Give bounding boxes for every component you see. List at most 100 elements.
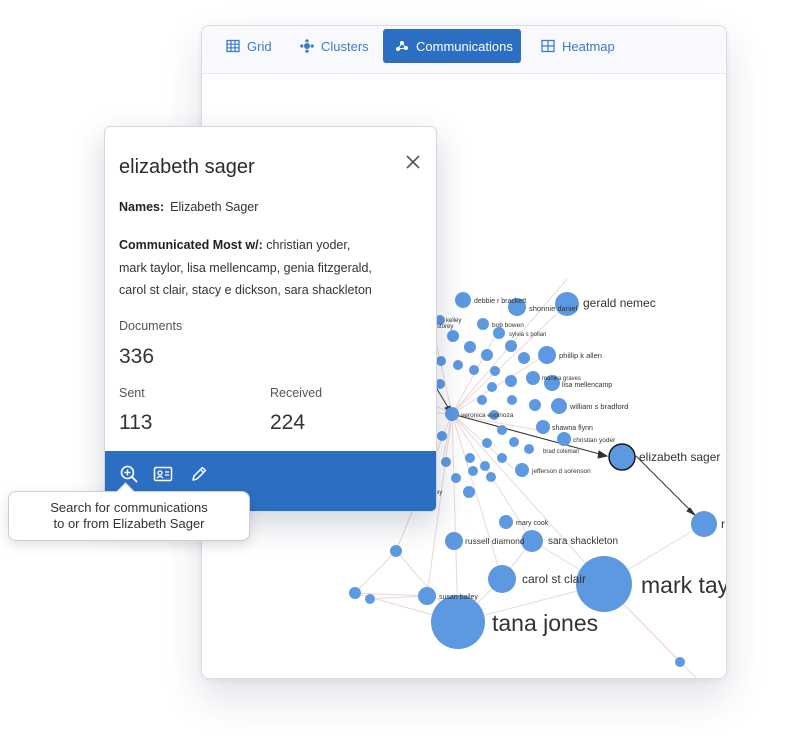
tab-heatmap[interactable]: Heatmap [529, 29, 627, 63]
label-brad: brad coleman [543, 449, 579, 455]
node-right-edge[interactable] [691, 511, 717, 537]
view-tabbar: Grid Clusters Communications Heatmap [202, 26, 726, 74]
node-small-ad[interactable] [441, 457, 451, 467]
node-small-ak[interactable] [675, 657, 685, 667]
node-small-j[interactable] [453, 360, 463, 370]
node-small-q[interactable] [529, 399, 541, 411]
label-jefferson: jefferson d sorenson [531, 468, 591, 475]
sent-label: Sent [119, 386, 145, 400]
node-small-e[interactable] [464, 341, 476, 353]
node-small-t[interactable] [497, 425, 507, 435]
label-sylvia: sylvia s pollan [509, 332, 546, 338]
tab-grid[interactable]: Grid [214, 29, 284, 63]
names-label: Names: [119, 200, 165, 214]
node-small-aj[interactable] [365, 594, 375, 604]
node-small-p[interactable] [507, 395, 517, 405]
node-susan-bailey[interactable] [418, 587, 436, 605]
node-small-r[interactable] [477, 395, 487, 405]
grid-icon [226, 39, 240, 53]
label-elizabeth: elizabeth sager [639, 450, 720, 464]
documents-label: Documents [119, 319, 183, 333]
tab-communications[interactable]: Communications [383, 29, 521, 63]
label-christian: christian yoder [573, 437, 616, 444]
node-russell-diamond[interactable] [445, 532, 463, 550]
node-veronica[interactable] [445, 407, 459, 421]
node-small-ac[interactable] [486, 472, 496, 482]
contact-card-icon[interactable] [153, 464, 173, 484]
node-small-f[interactable] [481, 349, 493, 361]
label-bob: bob bowen [492, 322, 524, 329]
node-small-w[interactable] [482, 438, 492, 448]
node-small-i[interactable] [436, 356, 446, 366]
node-small-u[interactable] [509, 437, 519, 447]
label-russell: russell diamond [465, 536, 525, 546]
node-small-ae[interactable] [463, 486, 475, 498]
communicated-most-line2: mark taylor, lisa mellencamp, genia fitz… [119, 260, 372, 275]
label-sara: sara shackleton [548, 536, 618, 547]
node-william[interactable] [551, 398, 567, 414]
label-right-edge: r [721, 517, 725, 531]
label-phillip: phillip k allen [559, 351, 602, 360]
label-carol: carol st clair [522, 572, 586, 586]
label-lisa: lisa mellencamp [562, 382, 612, 389]
node-small-ai[interactable] [349, 587, 361, 599]
node-small-ab[interactable] [468, 466, 478, 476]
tooltip-line1: Search for communications [50, 500, 208, 515]
node-shawna[interactable] [536, 420, 550, 434]
label-tana: tana jones [492, 610, 598, 636]
search-communications-icon[interactable] [119, 464, 139, 484]
node-mary-cook[interactable] [499, 515, 513, 529]
heatmap-icon [541, 39, 555, 53]
node-small-b[interactable] [477, 318, 489, 330]
documents-value: 336 [119, 345, 155, 368]
node-small-n[interactable] [526, 371, 540, 385]
node-small-l[interactable] [490, 366, 500, 376]
communicated-most-block: Communicated Most w/: christian yoder, m… [119, 234, 419, 302]
node-jefferson[interactable] [515, 463, 529, 477]
received-value: 224 [270, 411, 306, 434]
received-label: Received [270, 386, 323, 400]
node-small-v[interactable] [524, 444, 534, 454]
tooltip-line2: to or from Elizabeth Sager [53, 516, 205, 531]
node-small-m[interactable] [505, 375, 517, 387]
tab-heatmap-label: Heatmap [562, 38, 615, 54]
node-small-af[interactable] [437, 431, 447, 441]
tab-clusters-label: Clusters [321, 38, 369, 54]
sent-value: 113 [119, 411, 153, 434]
search-tooltip: Search for communications to or from Eli… [8, 482, 250, 541]
node-elizabeth-sager[interactable] [608, 443, 636, 471]
node-small-x[interactable] [497, 453, 507, 463]
graph-labels: debbie r brackett shonnie daniel gerald … [434, 296, 726, 636]
tab-clusters[interactable]: Clusters [288, 29, 381, 63]
edit-pencil-icon[interactable] [189, 464, 209, 484]
node-small-h[interactable] [518, 352, 530, 364]
node-small-g[interactable] [505, 340, 517, 352]
node-small-d[interactable] [447, 330, 459, 342]
label-gerald: gerald nemec [583, 296, 656, 310]
label-william: william s bradford [569, 402, 628, 411]
node-phillip[interactable] [538, 346, 556, 364]
communicated-most-line1: christian yoder, [266, 238, 351, 252]
node-small-k[interactable] [469, 365, 479, 375]
names-value: Elizabeth Sager [170, 200, 259, 214]
node-tana-jones[interactable] [431, 595, 485, 649]
close-icon[interactable] [404, 153, 422, 171]
label-veronica: veronica espinoza [461, 412, 514, 419]
node-small-y[interactable] [465, 453, 475, 463]
node-small-z[interactable] [480, 461, 490, 471]
node-small-aa[interactable] [451, 473, 461, 483]
node-christian[interactable] [557, 432, 571, 446]
card-title: elizabeth sager [119, 156, 255, 178]
label-debbie: debbie r brackett [474, 298, 526, 305]
node-small-o[interactable] [487, 382, 497, 392]
label-mary: mary cook [516, 520, 549, 527]
tab-grid-label: Grid [247, 38, 272, 54]
label-susan: susan bailey [439, 594, 478, 601]
node-detail-card: elizabeth sager Names: Elizabeth Sager Co… [104, 126, 437, 512]
label-mark: mark taylor [641, 572, 726, 598]
tab-communications-label: Communications [416, 38, 513, 54]
clusters-icon [300, 39, 314, 53]
node-debbie[interactable] [455, 292, 471, 308]
node-small-ah[interactable] [390, 545, 402, 557]
node-carol-st-clair[interactable] [488, 565, 516, 593]
